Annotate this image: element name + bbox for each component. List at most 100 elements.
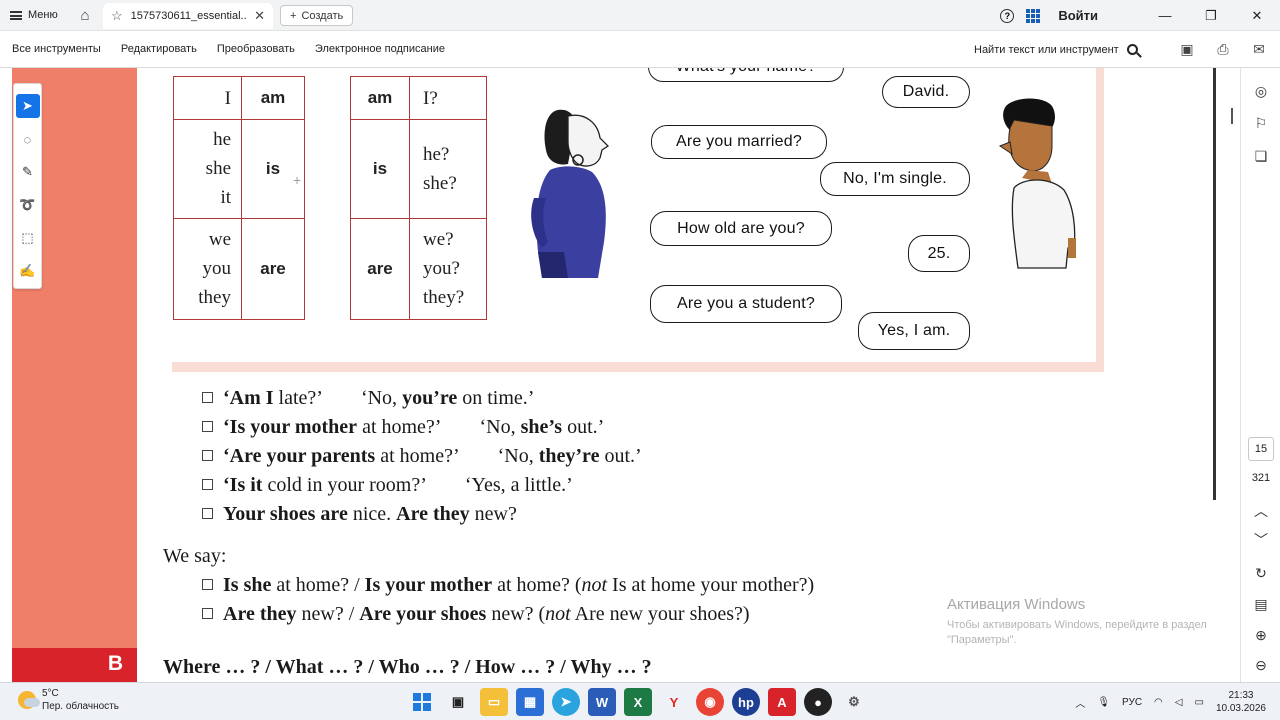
print-icon[interactable]: ⎙ xyxy=(1212,39,1234,61)
all-tools-button[interactable]: Все инструменты xyxy=(12,43,101,55)
zoom-out-icon[interactable]: ⊖ xyxy=(1250,654,1272,676)
close-tab-icon[interactable]: ✕ xyxy=(254,8,265,24)
restore-icon[interactable]: ❐ xyxy=(1188,0,1234,31)
record-app-icon[interactable]: ● xyxy=(804,688,832,716)
verb-cell: are xyxy=(350,217,410,321)
bookmark-icon[interactable]: ⚐ xyxy=(1250,112,1272,134)
bullet-square-icon xyxy=(202,508,213,519)
text-select-icon[interactable]: ⬚ xyxy=(16,226,40,250)
section-b-marker: B xyxy=(12,648,137,682)
document-view[interactable]: B I am he she it is we you they are am I… xyxy=(0,68,1240,682)
title-bar-right: ? Войти — ❐ ✕ xyxy=(1000,0,1280,31)
file-explorer-icon[interactable]: ▭ xyxy=(480,688,508,716)
minimize-icon[interactable]: — xyxy=(1142,0,1188,31)
speech-bubble-age: 25. xyxy=(908,235,970,272)
task-view-icon[interactable]: ▣ xyxy=(444,688,472,716)
speech-bubble-name: What's your name? xyxy=(648,68,844,82)
start-icon[interactable] xyxy=(408,688,436,716)
activation-watermark-text: Чтобы активировать Windows, перейдите в … xyxy=(947,619,1207,646)
bullet-square-icon xyxy=(202,579,213,590)
speech-bubble-old: How old are you? xyxy=(650,211,832,246)
section-b-heading: Where … ? / What … ? / Who … ? / How … ?… xyxy=(163,656,652,678)
menu-button[interactable]: Меню xyxy=(0,0,68,31)
bullet-square-icon xyxy=(202,421,213,432)
star-icon[interactable]: ☆ xyxy=(111,8,123,24)
sign-in-button[interactable]: Войти xyxy=(1058,8,1098,23)
hp-icon[interactable]: hp xyxy=(732,688,760,716)
pen-icon[interactable]: ✎ xyxy=(16,160,40,184)
system-tray: ︿ 🎙 РУС ◠ ◁ ▭ 21:33 10.03.2026 xyxy=(1075,683,1280,720)
taskbar: 5°C Пер. облачность ▣ ▭ ▦ ➤ W X Y ◉ hp A… xyxy=(0,682,1280,720)
verb-cell: am xyxy=(350,75,410,121)
example-line-2: ‘Is your mother at home?’ ‘No, she’s out.… xyxy=(202,416,604,439)
chrome-icon[interactable]: ◉ xyxy=(696,688,724,716)
microphone-icon[interactable]: 🎙 xyxy=(1097,697,1110,708)
pronoun-cell: I xyxy=(173,75,242,121)
scrollbar[interactable] xyxy=(1213,68,1216,500)
word-icon[interactable]: W xyxy=(588,688,616,716)
settings-icon[interactable]: ⚙ xyxy=(840,688,868,716)
speech-bubble-married: Are you married? xyxy=(651,125,827,159)
cursor-crosshair-icon: + xyxy=(293,172,302,188)
speech-bubble-yes: Yes, I am. xyxy=(858,312,970,350)
scroll-indicator xyxy=(1231,108,1233,124)
clock[interactable]: 21:33 10.03.2026 xyxy=(1216,689,1266,715)
esign-button[interactable]: Электронное подписание xyxy=(315,43,445,55)
new-tab-button[interactable]: + Создать xyxy=(280,5,354,26)
weather-text: Пер. облачность xyxy=(42,701,119,712)
tray-chevron-icon[interactable]: ︿ xyxy=(1075,695,1085,710)
document-icon[interactable]: ▤ xyxy=(1250,593,1272,615)
pronoun-cell: we you they xyxy=(173,217,242,321)
chevron-down-icon[interactable]: ﹀ xyxy=(1250,529,1272,551)
weather-widget[interactable]: 5°C Пер. облачность xyxy=(18,687,119,713)
volume-icon[interactable]: ◁ xyxy=(1175,697,1183,708)
chevron-up-icon[interactable]: ︿ xyxy=(1250,500,1272,522)
home-icon[interactable]: ⌂ xyxy=(72,2,98,28)
battery-icon[interactable]: ▭ xyxy=(1194,697,1203,708)
example-line-3: ‘Are your parents at home?’ ‘No, they’re … xyxy=(202,445,642,468)
clock-time: 21:33 xyxy=(1228,690,1254,701)
pronoun-cell: we? you? they? xyxy=(409,217,487,321)
telegram-icon[interactable]: ➤ xyxy=(552,688,580,716)
wifi-icon[interactable]: ◠ xyxy=(1154,697,1163,708)
right-side-panel: ◎ ⚐ ❏ 15 321 ︿ ﹀ ↻ ▤ ⊕ ⊖ xyxy=(1240,68,1280,682)
help-icon[interactable]: ? xyxy=(1000,8,1015,23)
search-icon xyxy=(1126,44,1138,55)
pages-icon[interactable]: ❏ xyxy=(1250,145,1272,167)
find-tool[interactable]: Найти текст или инструмент xyxy=(974,31,1138,68)
page-number-input[interactable]: 15 xyxy=(1248,437,1274,461)
store-icon[interactable]: ▦ xyxy=(516,688,544,716)
bullet-square-icon xyxy=(202,608,213,619)
refresh-icon[interactable]: ↻ xyxy=(1250,562,1272,584)
affirmative-table: I am he she it is we you they are xyxy=(173,75,305,321)
document-tab[interactable]: ☆ 1575730611_essential... ✕ xyxy=(103,3,273,29)
new-tab-label: Создать xyxy=(301,9,344,22)
speech-bubble-david: David. xyxy=(882,76,970,108)
find-label: Найти текст или инструмент xyxy=(974,43,1119,56)
apps-grid-icon[interactable] xyxy=(1026,8,1041,23)
verb-cell: are xyxy=(241,217,305,321)
email-icon[interactable]: ✉ xyxy=(1248,39,1270,61)
clock-date: 10.03.2026 xyxy=(1215,703,1266,714)
excel-icon[interactable]: X xyxy=(624,688,652,716)
sign-icon[interactable]: ✍ xyxy=(16,259,40,283)
convert-button[interactable]: Преобразовать xyxy=(217,43,295,55)
select-cursor-icon[interactable]: ➤ xyxy=(15,94,40,118)
close-icon[interactable]: ✕ xyxy=(1234,0,1280,31)
comment-icon[interactable]: ◌ xyxy=(16,127,40,151)
edit-button[interactable]: Редактировать xyxy=(121,43,197,55)
comment-panel-icon[interactable]: ◎ xyxy=(1250,80,1272,102)
tools-toolbar: Все инструменты Редактировать Преобразов… xyxy=(0,31,1280,68)
example-line-5: Your shoes are nice. Are they new? xyxy=(202,503,517,526)
zoom-in-icon[interactable]: ⊕ xyxy=(1250,624,1272,646)
speech-bubble-student: Are you a student? xyxy=(650,285,842,323)
acrobat-icon[interactable]: A xyxy=(768,688,796,716)
language-indicator[interactable]: РУС xyxy=(1122,697,1142,708)
save-icon[interactable]: ▣ xyxy=(1176,39,1198,61)
weather-icon xyxy=(18,691,40,709)
lasso-icon[interactable]: ➰ xyxy=(16,193,40,217)
taskbar-apps: ▣ ▭ ▦ ➤ W X Y ◉ hp A ● ⚙ xyxy=(408,688,868,716)
we-say-line-2: Are they new? / Are your shoes new? (not… xyxy=(202,603,750,626)
yandex-icon[interactable]: Y xyxy=(660,688,688,716)
we-say-line-1: Is she at home? / Is your mother at home… xyxy=(202,574,814,597)
